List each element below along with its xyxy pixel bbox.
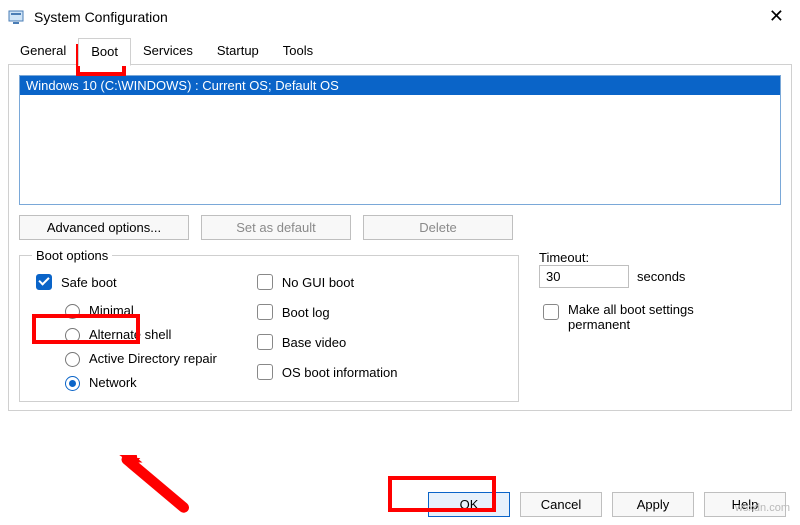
os-info-checkbox[interactable]: OS boot information [253, 361, 398, 383]
os-entry[interactable]: Windows 10 (C:\WINDOWS) : Current OS; De… [20, 76, 780, 95]
boot-log-input[interactable] [257, 304, 273, 320]
os-info-input[interactable] [257, 364, 273, 380]
minimal-radio[interactable]: Minimal [60, 301, 217, 319]
safe-boot-checkbox[interactable]: Safe boot [32, 271, 217, 293]
timeout-column: Timeout: seconds Make all boot settings … [539, 248, 781, 332]
no-gui-checkbox[interactable]: No GUI boot [253, 271, 398, 293]
permanent-checkbox[interactable]: Make all boot settings permanent [539, 302, 781, 332]
cancel-button[interactable]: Cancel [520, 492, 602, 517]
boot-log-label: Boot log [282, 305, 330, 320]
boot-options-legend: Boot options [32, 248, 112, 263]
ad-repair-label: Active Directory repair [89, 351, 217, 366]
timeout-input[interactable] [539, 265, 629, 288]
tab-tools[interactable]: Tools [271, 38, 325, 66]
safe-boot-label: Safe boot [61, 275, 117, 290]
network-radio[interactable]: Network [60, 373, 217, 391]
permanent-input[interactable] [543, 304, 559, 320]
close-icon[interactable]: ✕ [763, 6, 790, 27]
base-video-checkbox[interactable]: Base video [253, 331, 398, 353]
network-input[interactable] [65, 376, 80, 391]
no-gui-input[interactable] [257, 274, 273, 290]
set-default-button: Set as default [201, 215, 351, 240]
alt-shell-radio[interactable]: Alternate shell [60, 325, 217, 343]
network-label: Network [89, 375, 137, 390]
base-video-input[interactable] [257, 334, 273, 350]
tabstrip: General Boot Services Startup Tools [0, 31, 800, 65]
boot-panel: Windows 10 (C:\WINDOWS) : Current OS; De… [8, 64, 792, 411]
app-icon [8, 8, 26, 26]
tab-services[interactable]: Services [131, 38, 205, 66]
os-list[interactable]: Windows 10 (C:\WINDOWS) : Current OS; De… [19, 75, 781, 205]
permanent-label: Make all boot settings permanent [568, 302, 718, 332]
apply-button[interactable]: Apply [612, 492, 694, 517]
ok-button[interactable]: OK [428, 492, 510, 517]
watermark: wsxdn.com [735, 502, 790, 514]
dialog-footer: OK Cancel Apply Help [428, 492, 786, 517]
os-info-label: OS boot information [282, 365, 398, 380]
no-gui-label: No GUI boot [282, 275, 354, 290]
delete-button: Delete [363, 215, 513, 240]
boot-log-checkbox[interactable]: Boot log [253, 301, 398, 323]
ad-repair-radio[interactable]: Active Directory repair [60, 349, 217, 367]
tab-startup[interactable]: Startup [205, 38, 271, 66]
boot-options-group: Boot options Safe boot Minimal [19, 248, 519, 402]
advanced-options-button[interactable]: Advanced options... [19, 215, 189, 240]
timeout-label: Timeout: [539, 250, 781, 265]
tab-boot[interactable]: Boot [78, 38, 131, 66]
ad-repair-input[interactable] [65, 352, 80, 367]
minimal-input[interactable] [65, 304, 80, 319]
minimal-label: Minimal [89, 303, 134, 318]
annotation-arrow [85, 455, 215, 515]
alt-shell-input[interactable] [65, 328, 80, 343]
safe-boot-input[interactable] [36, 274, 52, 290]
base-video-label: Base video [282, 335, 346, 350]
timeout-unit: seconds [637, 269, 685, 284]
tab-general[interactable]: General [8, 38, 78, 66]
window-title: System Configuration [34, 9, 168, 25]
titlebar: System Configuration ✕ [0, 0, 800, 31]
os-button-row: Advanced options... Set as default Delet… [19, 215, 781, 240]
alt-shell-label: Alternate shell [89, 327, 171, 342]
